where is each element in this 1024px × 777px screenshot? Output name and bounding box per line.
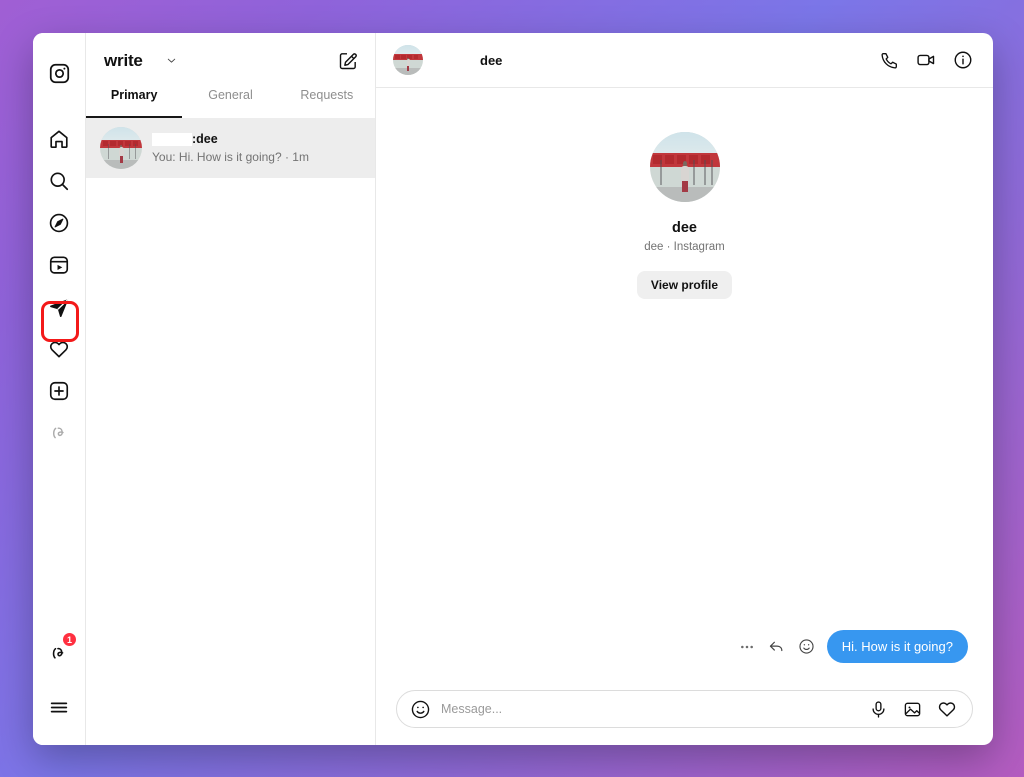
profile-card: dee dee · Instagram View profile: [376, 132, 993, 299]
messages-icon[interactable]: [41, 289, 77, 325]
tab-requests[interactable]: Requests: [279, 88, 375, 118]
inbox-header: write: [86, 33, 375, 88]
more-icon[interactable]: [739, 639, 755, 655]
nav-rail: 1: [33, 33, 86, 745]
chat-panel: dee dee dee · Instagram View profile Hi.…: [376, 33, 993, 745]
inbox-tabs: Primary General Requests: [86, 88, 375, 118]
instagram-logo-icon[interactable]: [41, 55, 77, 91]
tab-primary[interactable]: Primary: [86, 88, 183, 118]
chat-body: dee dee · Instagram View profile Forward…: [376, 88, 993, 690]
search-icon[interactable]: [41, 163, 77, 199]
threads-badge: 1: [62, 632, 77, 647]
instagram-window: 1 write Primary General Requests:dee Yo…: [33, 33, 993, 745]
home-icon[interactable]: [41, 121, 77, 157]
rail-bottom-group: 1: [41, 632, 77, 745]
chat-header-name[interactable]: dee: [480, 53, 502, 68]
info-icon[interactable]: [953, 50, 973, 70]
avatar: [100, 127, 142, 169]
chevron-down-icon[interactable]: [165, 54, 178, 67]
reply-icon[interactable]: [768, 638, 785, 655]
create-icon[interactable]: [41, 373, 77, 409]
chat-header: dee: [376, 33, 993, 88]
inbox-title: write: [104, 50, 143, 70]
message-input[interactable]: [441, 702, 859, 716]
chat-header-avatar[interactable]: [393, 45, 423, 75]
emoji-icon[interactable]: [410, 699, 431, 720]
phone-icon[interactable]: [880, 51, 899, 70]
microphone-icon[interactable]: [869, 700, 888, 719]
image-icon[interactable]: [903, 700, 922, 719]
composer-field-wrapper: [396, 690, 973, 728]
tab-general[interactable]: General: [182, 88, 278, 118]
view-profile-button[interactable]: View profile: [636, 271, 733, 299]
notifications-icon[interactable]: [41, 331, 77, 367]
message-actions: [739, 638, 815, 655]
heart-icon[interactable]: [937, 699, 957, 719]
profile-subtitle: dee · Instagram: [644, 241, 725, 253]
reels-icon[interactable]: [41, 247, 77, 283]
video-camera-icon[interactable]: [916, 50, 936, 70]
more-menu-icon[interactable]: [41, 689, 77, 725]
chat-header-actions: [880, 50, 973, 70]
react-icon[interactable]: [798, 638, 815, 655]
threads-app-icon[interactable]: 1: [41, 632, 77, 671]
conversation-text: :dee You: Hi. How is it going? · 1m: [152, 132, 363, 164]
message-composer: [376, 690, 993, 745]
message-bubble[interactable]: Hi. How is it going?: [826, 630, 968, 663]
profile-avatar[interactable]: [649, 132, 720, 202]
conversation-preview: You: Hi. How is it going? · 1m: [152, 150, 309, 164]
conversation-name: :dee: [152, 132, 363, 147]
composer-icons: [869, 699, 957, 719]
compose-icon[interactable]: [338, 51, 358, 71]
explore-icon[interactable]: [41, 205, 77, 241]
conversation-name-suffix: :dee: [192, 132, 218, 146]
message-row: Hi. How is it going?: [739, 630, 968, 663]
conversation-list-item[interactable]: :dee You: Hi. How is it going? · 1m: [86, 118, 375, 178]
threads-icon[interactable]: [41, 415, 77, 451]
profile-name: dee: [672, 220, 697, 236]
inbox-panel: write Primary General Requests:dee You:…: [86, 33, 376, 745]
redaction-bar: [152, 133, 192, 146]
